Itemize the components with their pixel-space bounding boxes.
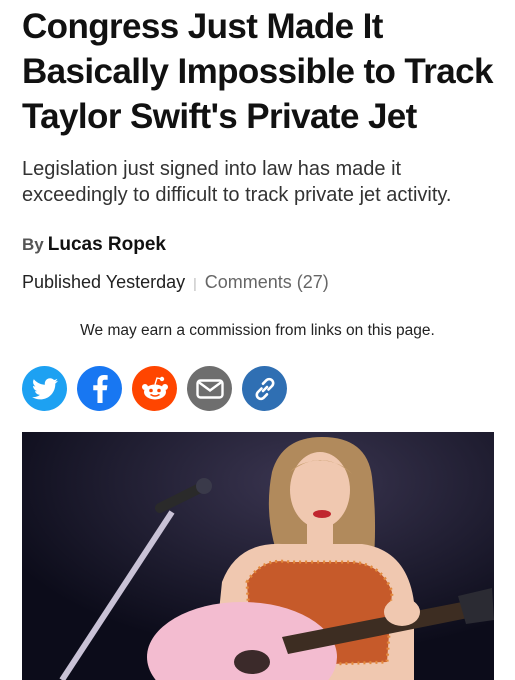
article-meta: Published Yesterday | Comments (27)	[22, 272, 329, 293]
published-date: Published Yesterday	[22, 272, 186, 292]
link-icon	[255, 377, 274, 400]
hero-image	[22, 432, 494, 680]
byline: By Lucas Ropek	[22, 234, 166, 256]
author-link[interactable]: Lucas Ropek	[48, 234, 166, 255]
share-email-button[interactable]	[187, 366, 232, 411]
reddit-icon	[141, 376, 168, 399]
comments-link[interactable]: Comments (27)	[205, 272, 329, 292]
article-subhead: Legislation just signed into law has mad…	[22, 158, 452, 206]
share-twitter-button[interactable]	[22, 366, 67, 411]
share-facebook-button[interactable]	[77, 366, 122, 411]
email-icon	[195, 378, 224, 399]
byline-prefix: By	[22, 235, 44, 254]
twitter-icon	[31, 377, 58, 399]
meta-separator: |	[193, 275, 197, 291]
commission-notice: We may earn a commission from links on t…	[80, 322, 435, 339]
share-link-button[interactable]	[242, 366, 287, 411]
share-bar	[22, 366, 287, 411]
article-headline: Congress Just Made It Basically Impossib…	[22, 7, 493, 136]
share-reddit-button[interactable]	[132, 366, 177, 411]
hero-image-illustration	[22, 432, 494, 680]
facebook-icon	[92, 374, 108, 403]
